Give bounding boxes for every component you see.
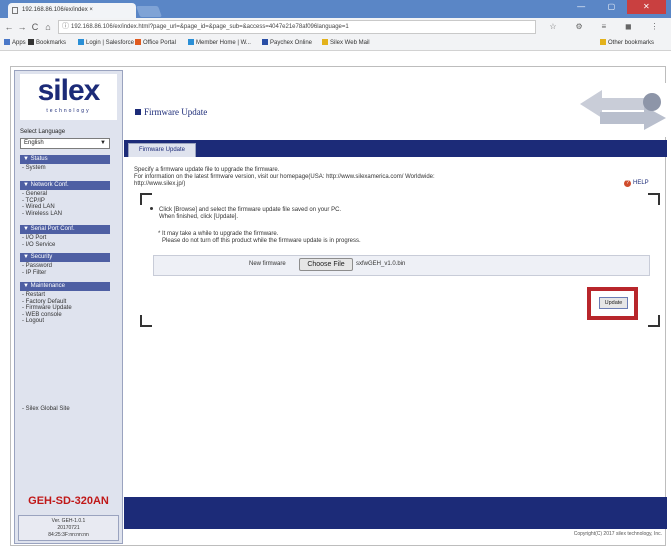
bracket-bottom-left [140,315,152,327]
close-window-button[interactable]: ✕ [626,0,666,14]
version-line: Ver. GEH-1.0.1 [51,518,86,524]
sidebar-section-header[interactable]: ▼ Network Conf. [20,181,110,190]
sidebar-section-header[interactable]: ▼ Maintenance [20,282,110,291]
description-line: For information on the latest firmware v… [134,174,435,180]
bookmark-label: Member Home | W... [196,40,251,46]
bookmark-icon [262,39,268,45]
bookmark-icon [322,39,328,45]
tab-title: 192.168.86.106/ex/index × [22,7,93,13]
other-bookmarks[interactable]: Other bookmarks [600,36,654,50]
page-title: Firmware Update [135,107,207,117]
sidebar-item[interactable]: - I/O Service [22,242,55,249]
logo-subtitle: technology [46,108,91,114]
page-icon [12,7,18,14]
footer-band [124,497,667,529]
bracket-bottom-right [648,315,660,327]
bookmark-item[interactable]: Silex Web Mail [322,36,370,50]
bookmark-item[interactable]: Member Home | W... [188,36,251,50]
folder-icon [600,39,606,45]
version-line: 84:25:3F:nn:nn:nn [48,532,89,538]
url-text: 192.168.86.106/ex/index.html?page_url=&p… [71,24,349,30]
bookmark-icon [4,39,10,45]
toolbar-icon[interactable]: ◼ [625,20,632,34]
copyright: Copyright(C) 2017 silex technology, Inc. [573,531,662,537]
bookmark-label: Login | Salesforce [86,40,134,46]
choose-file-button[interactable]: Choose File [299,258,353,271]
update-note: * It may take a while to upgrade the fir… [158,231,361,245]
sidebar-section-header[interactable]: ▼ Status [20,155,110,164]
reload-button[interactable]: C [29,20,41,34]
bookmark-label: Paychex Online [270,40,313,46]
bookmark-label: Apps [12,40,26,46]
bookmark-item[interactable]: Apps [4,36,26,50]
note-line: * It may take a while to upgrade the fir… [158,231,279,237]
sidebar-link-global-site[interactable]: - Silex Global Site [22,406,70,413]
bookmark-item[interactable]: Login | Salesforce [78,36,134,50]
instruction-step: Click [Browse] and select the firmware u… [150,207,341,221]
language-value: English [24,140,44,146]
sidebar-item[interactable]: - IP Filter [22,270,46,277]
bookmark-icon [78,39,84,45]
new-firmware-label: New firmware [249,261,286,267]
silex-logo: silex [37,74,101,107]
title-square-icon [135,109,141,115]
instruction-line: When finished, click [Update]. [159,214,239,220]
note-line: Please do not turn off this product whil… [162,238,361,244]
version-box: Ver. GEH-1.0.1 20170721 84:25:3F:nn:nn:n… [18,515,119,541]
new-tab-button[interactable] [135,6,163,17]
bookmark-label: Silex Web Mail [330,40,370,46]
bookmark-item[interactable]: Bookmarks [28,36,66,50]
bracket-top-left [140,193,152,205]
description-line: Specify a firmware update file to upgrad… [134,167,280,173]
version-line: 20170721 [57,525,80,531]
help-icon: ? [624,180,631,187]
bookmark-icon [28,39,34,45]
bracket-top-right [648,193,660,205]
tab-firmware-update[interactable]: Firmware Update [128,143,196,157]
back-button[interactable]: ← [3,20,15,34]
sidebar-item[interactable]: - Logout [22,318,44,325]
address-bar[interactable]: ⓘ 192.168.86.106/ex/index.html?page_url=… [58,20,536,34]
sidebar-item[interactable]: - Wireless LAN [22,211,62,218]
info-icon: ⓘ [62,23,69,30]
bullet-icon [150,207,153,210]
toolbar-icon[interactable]: ⚙ [575,20,582,34]
bookmark-label: Office Portal [143,40,176,46]
maximize-button[interactable]: ▢ [596,0,626,14]
sidebar-item[interactable]: - System [22,165,46,172]
bookmark-item[interactable]: Paychex Online [262,36,312,50]
description: Specify a firmware update file to upgrad… [134,167,564,188]
toolbar-icon[interactable]: ☆ [549,20,556,34]
tab-bar [124,140,667,157]
header-arrows-decoration [580,90,666,130]
toolbar-icon[interactable]: ≡ [601,20,606,34]
window-controls: — ▢ ✕ [566,0,666,14]
model-name: GEH-SD-320AN [28,495,109,507]
chevron-down-icon: ▼ [100,140,106,146]
browser-tab[interactable]: 192.168.86.106/ex/index × [8,3,136,18]
language-select[interactable]: English ▼ [20,138,110,149]
selected-file-name: sxfwGEH_v1.0.bin [356,261,406,267]
select-language-label: Select Language [20,129,66,135]
minimize-button[interactable]: — [566,0,596,14]
home-button[interactable]: ⌂ [42,20,54,34]
bookmark-label: Bookmarks [36,40,67,46]
help-link[interactable]: ? HELP [624,180,649,187]
sidebar-section-header[interactable]: ▼ Serial Port Conf. [20,225,110,234]
sidebar-section-header[interactable]: ▼ Security [20,253,110,262]
bookmark-item[interactable]: Office Portal [135,36,176,50]
browser-toolbar-icons: ☆ ⚙ ≡ ◼ ⋮ [540,20,668,34]
description-line: http://www.silex.jp/) [134,181,186,187]
update-button[interactable]: Update [599,297,628,309]
toolbar-icon[interactable]: ⋮ [651,20,659,34]
bookmark-icon [188,39,194,45]
forward-button[interactable]: → [16,20,28,34]
bookmark-icon [135,39,141,45]
